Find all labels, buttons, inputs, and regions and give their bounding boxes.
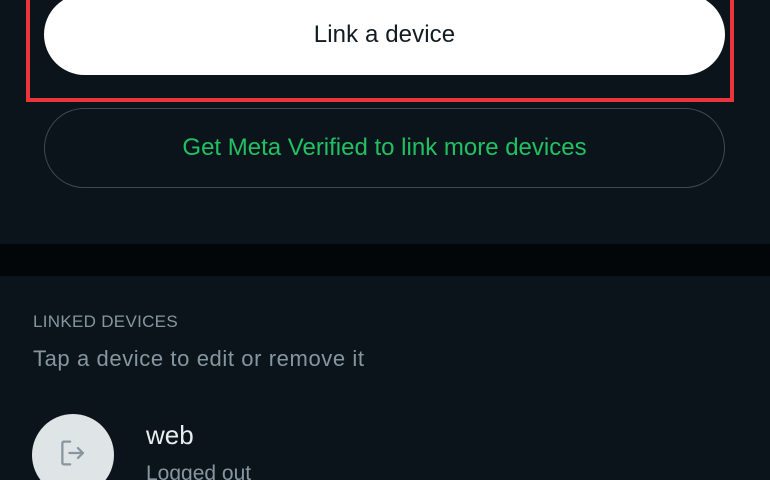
linked-devices-subtitle: Tap a device to edit or remove it	[33, 346, 365, 371]
linked-devices-header: LINKED DEVICES	[33, 312, 178, 331]
device-name: web	[146, 420, 194, 450]
link-actions-section: Link a device Get Meta Verified to link …	[0, 0, 770, 244]
device-status: Logged out	[146, 462, 252, 480]
highlight-annotation-box	[26, 0, 734, 102]
linked-devices-section: LINKED DEVICES Tap a device to edit or r…	[0, 276, 770, 480]
logout-icon	[56, 436, 90, 475]
section-divider	[0, 244, 770, 276]
get-meta-verified-button[interactable]: Get Meta Verified to link more devices	[44, 108, 725, 188]
device-list-item[interactable]: web Logged out	[0, 406, 770, 480]
linked-devices-screen: Link a device Get Meta Verified to link …	[0, 0, 770, 480]
device-avatar	[32, 414, 114, 480]
get-meta-verified-label: Get Meta Verified to link more devices	[182, 134, 587, 161]
